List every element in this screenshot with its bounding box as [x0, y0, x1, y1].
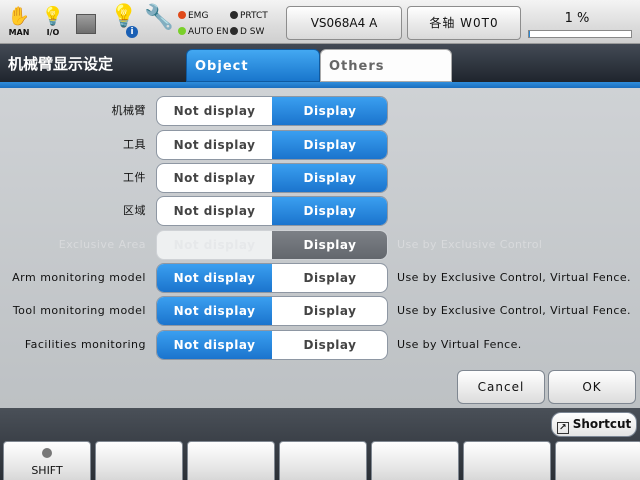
display-toggle[interactable]: Not display Display	[156, 96, 388, 126]
display-toggle[interactable]: Not display Display	[156, 163, 388, 193]
emg-label: EMG	[188, 11, 209, 21]
ok-button[interactable]: OK	[548, 370, 636, 404]
lightbulb-icon: 💡	[41, 6, 65, 27]
info-button[interactable]: 💡 i	[110, 4, 138, 40]
shortcut-label: Shortcut	[572, 417, 632, 431]
setting-label: 工件	[123, 171, 146, 184]
setting-label: Facilities monitoring	[24, 338, 146, 351]
manual-mode-button[interactable]: ✋ MAN	[6, 6, 32, 40]
axes-button[interactable]: 各轴 W0T0	[407, 6, 521, 40]
setting-row: Facilities monitoring Not display Display U…	[0, 330, 640, 362]
setting-row: 工具 Not display Display	[0, 130, 640, 162]
emg-indicator: EMG	[178, 10, 208, 22]
settings-panel: 机械臂 Not display Display 工具 Not display Displa…	[0, 88, 640, 408]
function-key-6[interactable]	[555, 441, 640, 480]
setting-row: 区域 Not display Display	[0, 196, 640, 228]
lightbulb-info-icon: 💡	[110, 4, 138, 29]
function-key-5[interactable]	[463, 441, 551, 480]
auto-en-label: AUTO EN	[188, 27, 229, 37]
option-not-display[interactable]: Not display	[157, 97, 272, 125]
setting-row: Tool monitoring model Not display Display U…	[0, 296, 640, 328]
option-display[interactable]: Display	[272, 264, 387, 292]
setting-note: Use by Exclusive Control, Virtual Fence.	[397, 271, 631, 284]
option-display: Display	[272, 231, 387, 259]
setting-note: Use by Exclusive Control, Virtual Fence.	[397, 304, 631, 317]
display-toggle[interactable]: Not display Display	[156, 196, 388, 226]
mode-caption: MAN	[8, 28, 30, 37]
shift-indicator-icon	[42, 448, 52, 458]
io-caption: I/O	[46, 28, 60, 37]
setting-label: Tool monitoring model	[12, 304, 146, 317]
option-not-display: Not display	[173, 238, 256, 252]
display-toggle[interactable]: Not display Display	[156, 130, 388, 160]
setting-label: 工具	[123, 138, 146, 151]
cancel-button[interactable]: Cancel	[457, 370, 545, 404]
prtct-indicator: PRTCT	[230, 10, 268, 22]
status-dot-icon	[230, 11, 238, 19]
io-button[interactable]: 💡 I/O	[40, 6, 66, 40]
page-title: 机械臂显示设定	[8, 55, 114, 73]
dsw-label: D SW	[240, 27, 265, 37]
prtct-label: PRTCT	[240, 11, 268, 21]
option-display[interactable]: Display	[272, 97, 387, 125]
dsw-indicator: D SW	[230, 26, 264, 38]
auto-en-indicator: AUTO EN	[178, 26, 229, 38]
option-not-display[interactable]: Not display	[157, 164, 272, 192]
setting-row: Exclusive Area Not display Display Use by E…	[0, 230, 640, 262]
option-display[interactable]: Display	[272, 164, 387, 192]
option-display[interactable]: Display	[272, 297, 387, 325]
function-key-4[interactable]	[371, 441, 459, 480]
status-dot-icon	[230, 27, 238, 35]
option-not-display[interactable]: Not display	[157, 264, 272, 292]
stop-square-icon[interactable]	[76, 14, 96, 34]
speed-fill	[529, 31, 531, 37]
option-display[interactable]: Display	[272, 197, 387, 225]
option-not-display[interactable]: Not display	[157, 331, 272, 359]
arrow-out-icon: ↗	[556, 422, 569, 434]
speed-label: 1 %	[564, 11, 590, 26]
option-display[interactable]: Display	[272, 331, 387, 359]
tab-object[interactable]: Object	[186, 49, 320, 82]
option-not-display[interactable]: Not display	[157, 197, 272, 225]
function-key-3[interactable]	[279, 441, 367, 480]
function-key-1[interactable]	[95, 441, 183, 480]
robot-select-button[interactable]: VS068A4 A	[286, 6, 402, 40]
page-header: 机械臂显示设定 Object Others	[0, 44, 640, 82]
setting-label: Exclusive Area	[58, 238, 146, 251]
info-badge: i	[126, 26, 138, 38]
option-not-display[interactable]: Not display	[157, 297, 272, 325]
setting-note: Use by Exclusive Control	[397, 238, 543, 251]
display-toggle[interactable]: Not display Display	[156, 296, 388, 326]
tab-others[interactable]: Others	[320, 49, 452, 82]
setting-row: 机械臂 Not display Display	[0, 96, 640, 128]
function-key-2[interactable]	[187, 441, 275, 480]
option-display[interactable]: Display	[272, 131, 387, 159]
wrench-button[interactable]: 🔧	[144, 3, 174, 40]
status-bar: ✋ MAN 💡 I/O 💡 i 🔧 EMG PRTCT AUTO EN D SW…	[0, 0, 640, 44]
setting-note: Use by Virtual Fence.	[397, 338, 522, 351]
shift-label: SHIFT	[31, 464, 63, 477]
hand-icon: ✋	[7, 6, 31, 27]
setting-label: 机械臂	[111, 104, 146, 117]
display-toggle[interactable]: Not display Display	[156, 330, 388, 360]
shortcut-button[interactable]: ↗ Shortcut	[551, 412, 637, 437]
setting-row: 工件 Not display Display	[0, 163, 640, 195]
setting-label: Arm monitoring model	[12, 271, 146, 284]
status-dot-icon	[178, 27, 186, 35]
shift-key[interactable]: SHIFT	[3, 441, 91, 480]
wrench-icon: 🔧	[144, 3, 174, 31]
speed-bar[interactable]	[528, 30, 632, 38]
function-key-bar: ↗ Shortcut SHIFT	[0, 408, 640, 480]
display-toggle: Not display Display	[156, 230, 388, 260]
setting-row: Arm monitoring model Not display Display Us…	[0, 263, 640, 295]
status-dot-icon	[178, 11, 186, 19]
option-not-display[interactable]: Not display	[157, 131, 272, 159]
display-toggle[interactable]: Not display Display	[156, 263, 388, 293]
setting-label: 区域	[123, 204, 146, 217]
